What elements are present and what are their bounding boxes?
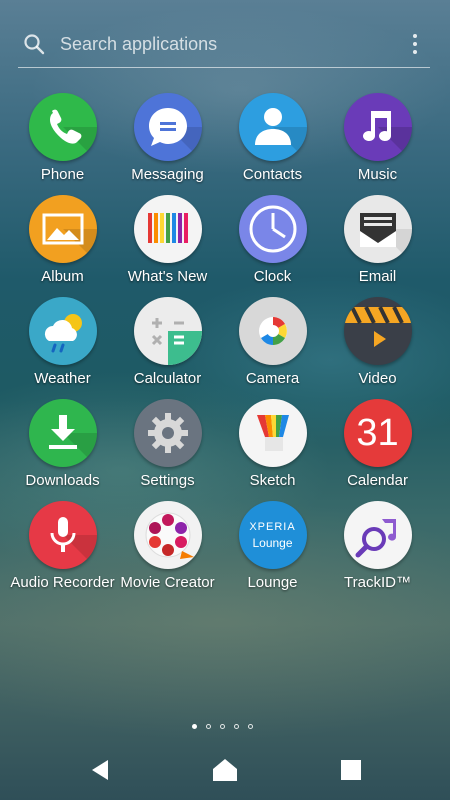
envelope-icon [343, 195, 412, 263]
camera-lens-icon [238, 297, 307, 365]
app-label: Music [357, 166, 398, 183]
app-label: Phone [40, 166, 85, 183]
clock-icon [238, 195, 307, 263]
app-clock[interactable]: Clock [220, 192, 325, 294]
app-movie-creator[interactable]: Movie Creator [115, 498, 220, 600]
page-dot[interactable] [220, 724, 225, 729]
app-label: Calendar [347, 472, 408, 489]
trackid-search-music-icon [343, 501, 412, 569]
page-dot-active[interactable] [192, 724, 197, 729]
app-label: Messaging [131, 166, 204, 183]
page-dot[interactable] [234, 724, 239, 729]
app-trackid[interactable]: TrackID™ [325, 498, 430, 600]
app-sketch[interactable]: Sketch [220, 396, 325, 498]
app-row: Weather Calculator Camera Video [10, 294, 440, 396]
film-reel-icon [133, 501, 202, 569]
lounge-brand-line2: Lounge [252, 536, 293, 550]
app-label: TrackID™ [344, 574, 411, 591]
app-label: Settings [140, 472, 195, 489]
app-camera[interactable]: Camera [220, 294, 325, 396]
film-play-icon [343, 297, 412, 365]
calculator-icon [133, 297, 202, 365]
color-bars-icon [133, 195, 202, 263]
app-video[interactable]: Video [325, 294, 430, 396]
search-input[interactable]: Search applications [60, 34, 217, 55]
app-audio-recorder[interactable]: Audio Recorder [10, 498, 115, 600]
app-lounge[interactable]: XPERIA Lounge Lounge [220, 498, 325, 600]
app-row: Album What's New Clock Email [10, 192, 440, 294]
app-messaging[interactable]: Messaging [115, 90, 220, 192]
app-label: Weather [34, 370, 91, 387]
calendar-date: 31 [356, 412, 399, 454]
microphone-icon [28, 501, 97, 569]
app-label: What's New [127, 268, 208, 285]
app-label: Clock [253, 268, 292, 285]
app-calculator[interactable]: Calculator [115, 294, 220, 396]
music-note-icon [343, 93, 412, 161]
app-email[interactable]: Email [325, 192, 430, 294]
home-icon[interactable] [212, 757, 238, 783]
download-arrow-icon [28, 399, 97, 467]
gear-icon [133, 399, 202, 467]
app-label: Movie Creator [120, 574, 215, 591]
navigation-bar [0, 740, 450, 800]
app-label: Sketch [249, 472, 296, 489]
app-contacts[interactable]: Contacts [220, 90, 325, 192]
phone-icon [28, 93, 97, 161]
back-icon[interactable] [88, 757, 114, 783]
person-icon [238, 93, 307, 161]
app-label: Camera [245, 370, 300, 387]
weather-cloud-sun-icon [28, 297, 97, 365]
xperia-lounge-icon: XPERIA Lounge [238, 501, 307, 569]
page-dot[interactable] [248, 724, 253, 729]
app-label: Audio Recorder [10, 574, 115, 591]
page-indicator [192, 724, 253, 729]
app-row: Phone Messaging Contacts Music [10, 90, 440, 192]
app-settings[interactable]: Settings [115, 396, 220, 498]
app-row: Downloads Settings Sketch 31 Calendar [10, 396, 440, 498]
page-dot[interactable] [206, 724, 211, 729]
app-album[interactable]: Album [10, 192, 115, 294]
app-label: Calculator [133, 370, 202, 387]
search-icon [24, 34, 45, 55]
app-label: Video [358, 370, 397, 387]
rainbow-brush-icon [238, 399, 307, 467]
overflow-menu-icon[interactable] [412, 32, 418, 56]
app-calendar[interactable]: 31 Calendar [325, 396, 430, 498]
app-label: Contacts [242, 166, 303, 183]
search-underline [18, 67, 430, 68]
app-label: Email [358, 268, 397, 285]
picture-icon [28, 195, 97, 263]
app-label: Lounge [247, 574, 298, 591]
app-grid: Phone Messaging Contacts Music Album Wha… [10, 90, 440, 600]
app-weather[interactable]: Weather [10, 294, 115, 396]
recents-icon[interactable] [338, 757, 364, 783]
app-label: Downloads [25, 472, 100, 489]
app-downloads[interactable]: Downloads [10, 396, 115, 498]
lounge-brand-line1: XPERIA [249, 521, 296, 533]
app-label: Album [41, 268, 84, 285]
app-phone[interactable]: Phone [10, 90, 115, 192]
message-bubble-icon [133, 93, 202, 161]
calendar-date-icon: 31 [343, 399, 412, 467]
app-music[interactable]: Music [325, 90, 430, 192]
search-bar[interactable]: Search applications [18, 28, 430, 68]
app-whats-new[interactable]: What's New [115, 192, 220, 294]
app-row: Audio Recorder Movie Creator XPERIA Loun… [10, 498, 440, 600]
